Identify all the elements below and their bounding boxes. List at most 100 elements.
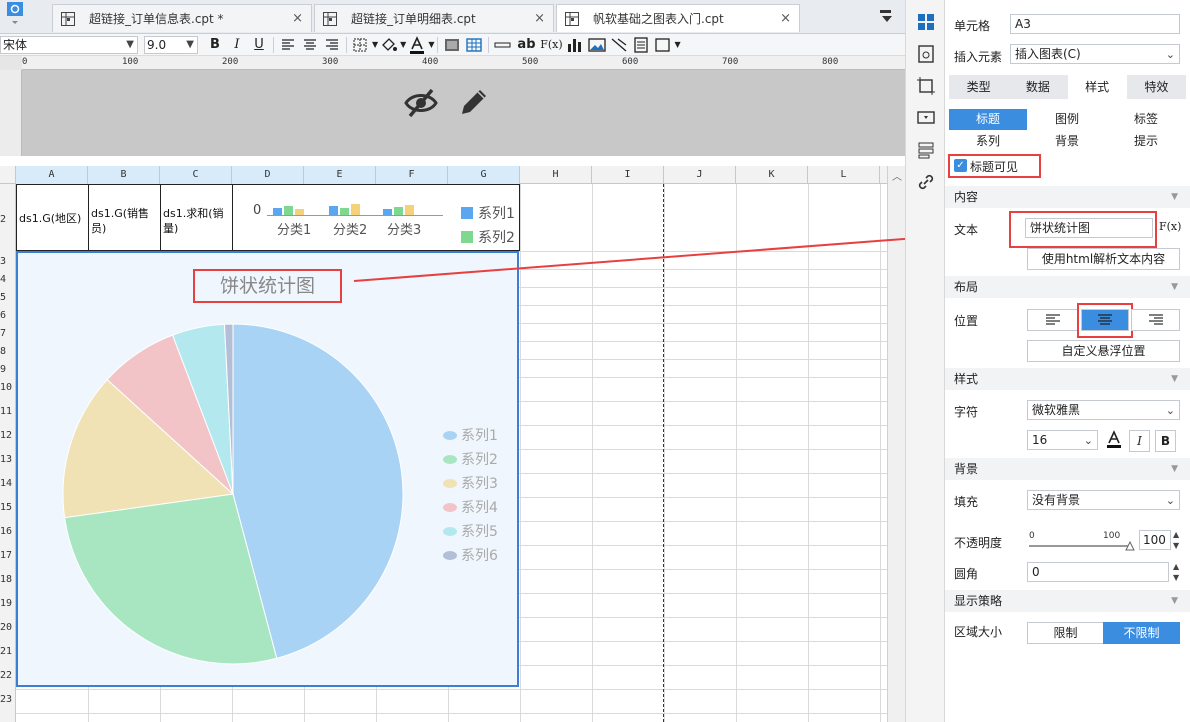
legend-item[interactable]: 系列4	[443, 497, 498, 517]
font-family-select[interactable]: 宋体 ▼	[0, 35, 138, 54]
row-header[interactable]: 20	[0, 622, 16, 633]
insert-element-select[interactable]: 插入图表(C) ⌄	[1010, 44, 1180, 64]
text-cell-icon[interactable]	[492, 35, 514, 55]
row-header[interactable]: 10	[0, 382, 16, 393]
display-strategy-section-header[interactable]: 显示策略 ▼	[945, 590, 1190, 612]
layout-section-header[interactable]: 布局 ▼	[945, 276, 1190, 298]
select-all-corner[interactable]	[0, 166, 16, 184]
cell-properties-icon[interactable]	[916, 12, 936, 32]
row-header[interactable]: 14	[0, 478, 16, 489]
cell-a2[interactable]: ds1.G(地区)	[19, 211, 87, 226]
row-header[interactable]: 18	[0, 574, 16, 585]
insert-image-icon[interactable]	[586, 35, 608, 55]
italic-button[interactable]: I	[1129, 430, 1150, 452]
legend-item[interactable]: 系列5	[443, 521, 498, 541]
align-right-button[interactable]	[1131, 309, 1180, 331]
content-section-header[interactable]: 内容 ▼	[945, 186, 1190, 208]
legend-item[interactable]: 系列3	[443, 473, 498, 493]
corner-radius-input[interactable]: 0	[1027, 562, 1169, 582]
scroll-up-icon[interactable]: ︿	[892, 168, 902, 183]
column-header-i[interactable]: I	[592, 166, 664, 184]
align-left-icon[interactable]	[277, 35, 299, 55]
cell-c2[interactable]: ds1.求和(销量)	[163, 206, 231, 236]
align-left-button[interactable]	[1027, 309, 1078, 331]
custom-float-position-button[interactable]: 自定义悬浮位置	[1027, 340, 1180, 362]
background-section-header[interactable]: 背景 ▼	[945, 458, 1190, 480]
column-header-a[interactable]: A	[16, 166, 88, 184]
row-header[interactable]: 7	[0, 328, 16, 339]
subtab-series[interactable]: 系列	[949, 131, 1027, 152]
html-parse-button[interactable]: 使用html解析文本内容	[1027, 248, 1180, 270]
tab-order-detail[interactable]: 超链接_订单明细表.cpt ×	[314, 4, 554, 32]
column-header-e[interactable]: E	[304, 166, 376, 184]
subtab-legend[interactable]: 图例	[1028, 109, 1106, 130]
opacity-input[interactable]: 100	[1139, 530, 1171, 550]
bold-button[interactable]: B	[204, 35, 226, 55]
row-header[interactable]: 19	[0, 598, 16, 609]
spinner-down-icon[interactable]: ▼	[1173, 573, 1179, 582]
legend-item[interactable]: 系列6	[443, 545, 498, 565]
tab-effects[interactable]: 特效	[1127, 75, 1186, 99]
chevron-down-icon[interactable]: ▼	[674, 40, 680, 49]
title-visible-checkbox[interactable]: ✓	[954, 159, 967, 172]
row-header[interactable]: 16	[0, 526, 16, 537]
italic-button[interactable]: I	[226, 35, 248, 55]
pie-chart[interactable]	[58, 319, 408, 669]
close-icon[interactable]: ×	[780, 11, 791, 26]
tab-data[interactable]: 数据	[1008, 75, 1067, 99]
bold-button[interactable]: B	[1155, 430, 1176, 452]
underline-button[interactable]: U	[248, 35, 270, 55]
pie-chart-cell[interactable]: 饼状统计图 系列1 系列2 系列3 系列4 系列5 系列6	[16, 251, 519, 687]
merge-cell-icon[interactable]	[441, 35, 463, 55]
app-logo-icon[interactable]	[4, 2, 28, 26]
rich-text-button[interactable]: ab	[514, 35, 538, 55]
title-text-input[interactable]: 饼状统计图	[1025, 218, 1153, 238]
row-header[interactable]: 12	[0, 430, 16, 441]
slash-cell-icon[interactable]	[608, 35, 630, 55]
condition-attr-icon[interactable]	[916, 140, 936, 160]
tab-style[interactable]: 样式	[1067, 75, 1127, 99]
formula-button[interactable]: F(x)	[1159, 220, 1181, 233]
row-header[interactable]: 5	[0, 292, 16, 303]
fill-color-icon[interactable]	[378, 35, 400, 55]
row-header[interactable]: 2	[0, 214, 16, 225]
font-family-select[interactable]: 微软雅黑 ⌄	[1027, 400, 1180, 420]
row-header[interactable]: 22	[0, 670, 16, 681]
cell-b2[interactable]: ds1.G(销售员)	[91, 206, 159, 236]
hyperlink-icon[interactable]	[916, 172, 936, 192]
tab-type[interactable]: 类型	[949, 75, 1008, 99]
subtab-tooltip[interactable]: 提示	[1107, 131, 1185, 152]
font-color-icon[interactable]	[1103, 430, 1125, 450]
row-header[interactable]: 11	[0, 406, 16, 417]
close-icon[interactable]: ×	[292, 11, 303, 26]
cell-element-icon[interactable]	[916, 44, 936, 64]
column-header-f[interactable]: F	[376, 166, 448, 184]
row-header[interactable]: 15	[0, 502, 16, 513]
subtab-label[interactable]: 标签	[1107, 109, 1185, 130]
border-icon[interactable]	[350, 35, 372, 55]
legend-item[interactable]: 系列2	[443, 449, 498, 469]
font-color-icon[interactable]	[406, 35, 428, 55]
row-header[interactable]: 21	[0, 646, 16, 657]
row-header[interactable]: 4	[0, 274, 16, 285]
column-header-b[interactable]: B	[88, 166, 160, 184]
sub-report-icon[interactable]	[630, 35, 652, 55]
column-header-k[interactable]: K	[736, 166, 808, 184]
legend-item[interactable]: 系列1	[443, 425, 498, 445]
widget-icon[interactable]	[652, 35, 674, 55]
style-section-header[interactable]: 样式 ▼	[945, 368, 1190, 390]
row-header[interactable]: 8	[0, 346, 16, 357]
insert-table-icon[interactable]	[463, 35, 485, 55]
spinner-up-icon[interactable]: ▲	[1173, 530, 1179, 539]
row-header[interactable]: 6	[0, 310, 16, 321]
opacity-slider-thumb[interactable]	[1125, 541, 1135, 551]
font-size-select[interactable]: 16 ⌄	[1027, 430, 1098, 450]
eye-hidden-icon[interactable]	[404, 86, 438, 120]
edit-pencil-icon[interactable]	[456, 86, 490, 120]
tab-chart-intro[interactable]: 帆软基础之图表入门.cpt ×	[556, 4, 800, 32]
tab-order-info[interactable]: 超链接_订单信息表.cpt * ×	[52, 4, 312, 32]
row-header[interactable]: 17	[0, 550, 16, 561]
chart-title[interactable]: 饼状统计图	[195, 271, 340, 301]
spinner-up-icon[interactable]: ▲	[1173, 562, 1179, 571]
align-right-icon[interactable]	[321, 35, 343, 55]
